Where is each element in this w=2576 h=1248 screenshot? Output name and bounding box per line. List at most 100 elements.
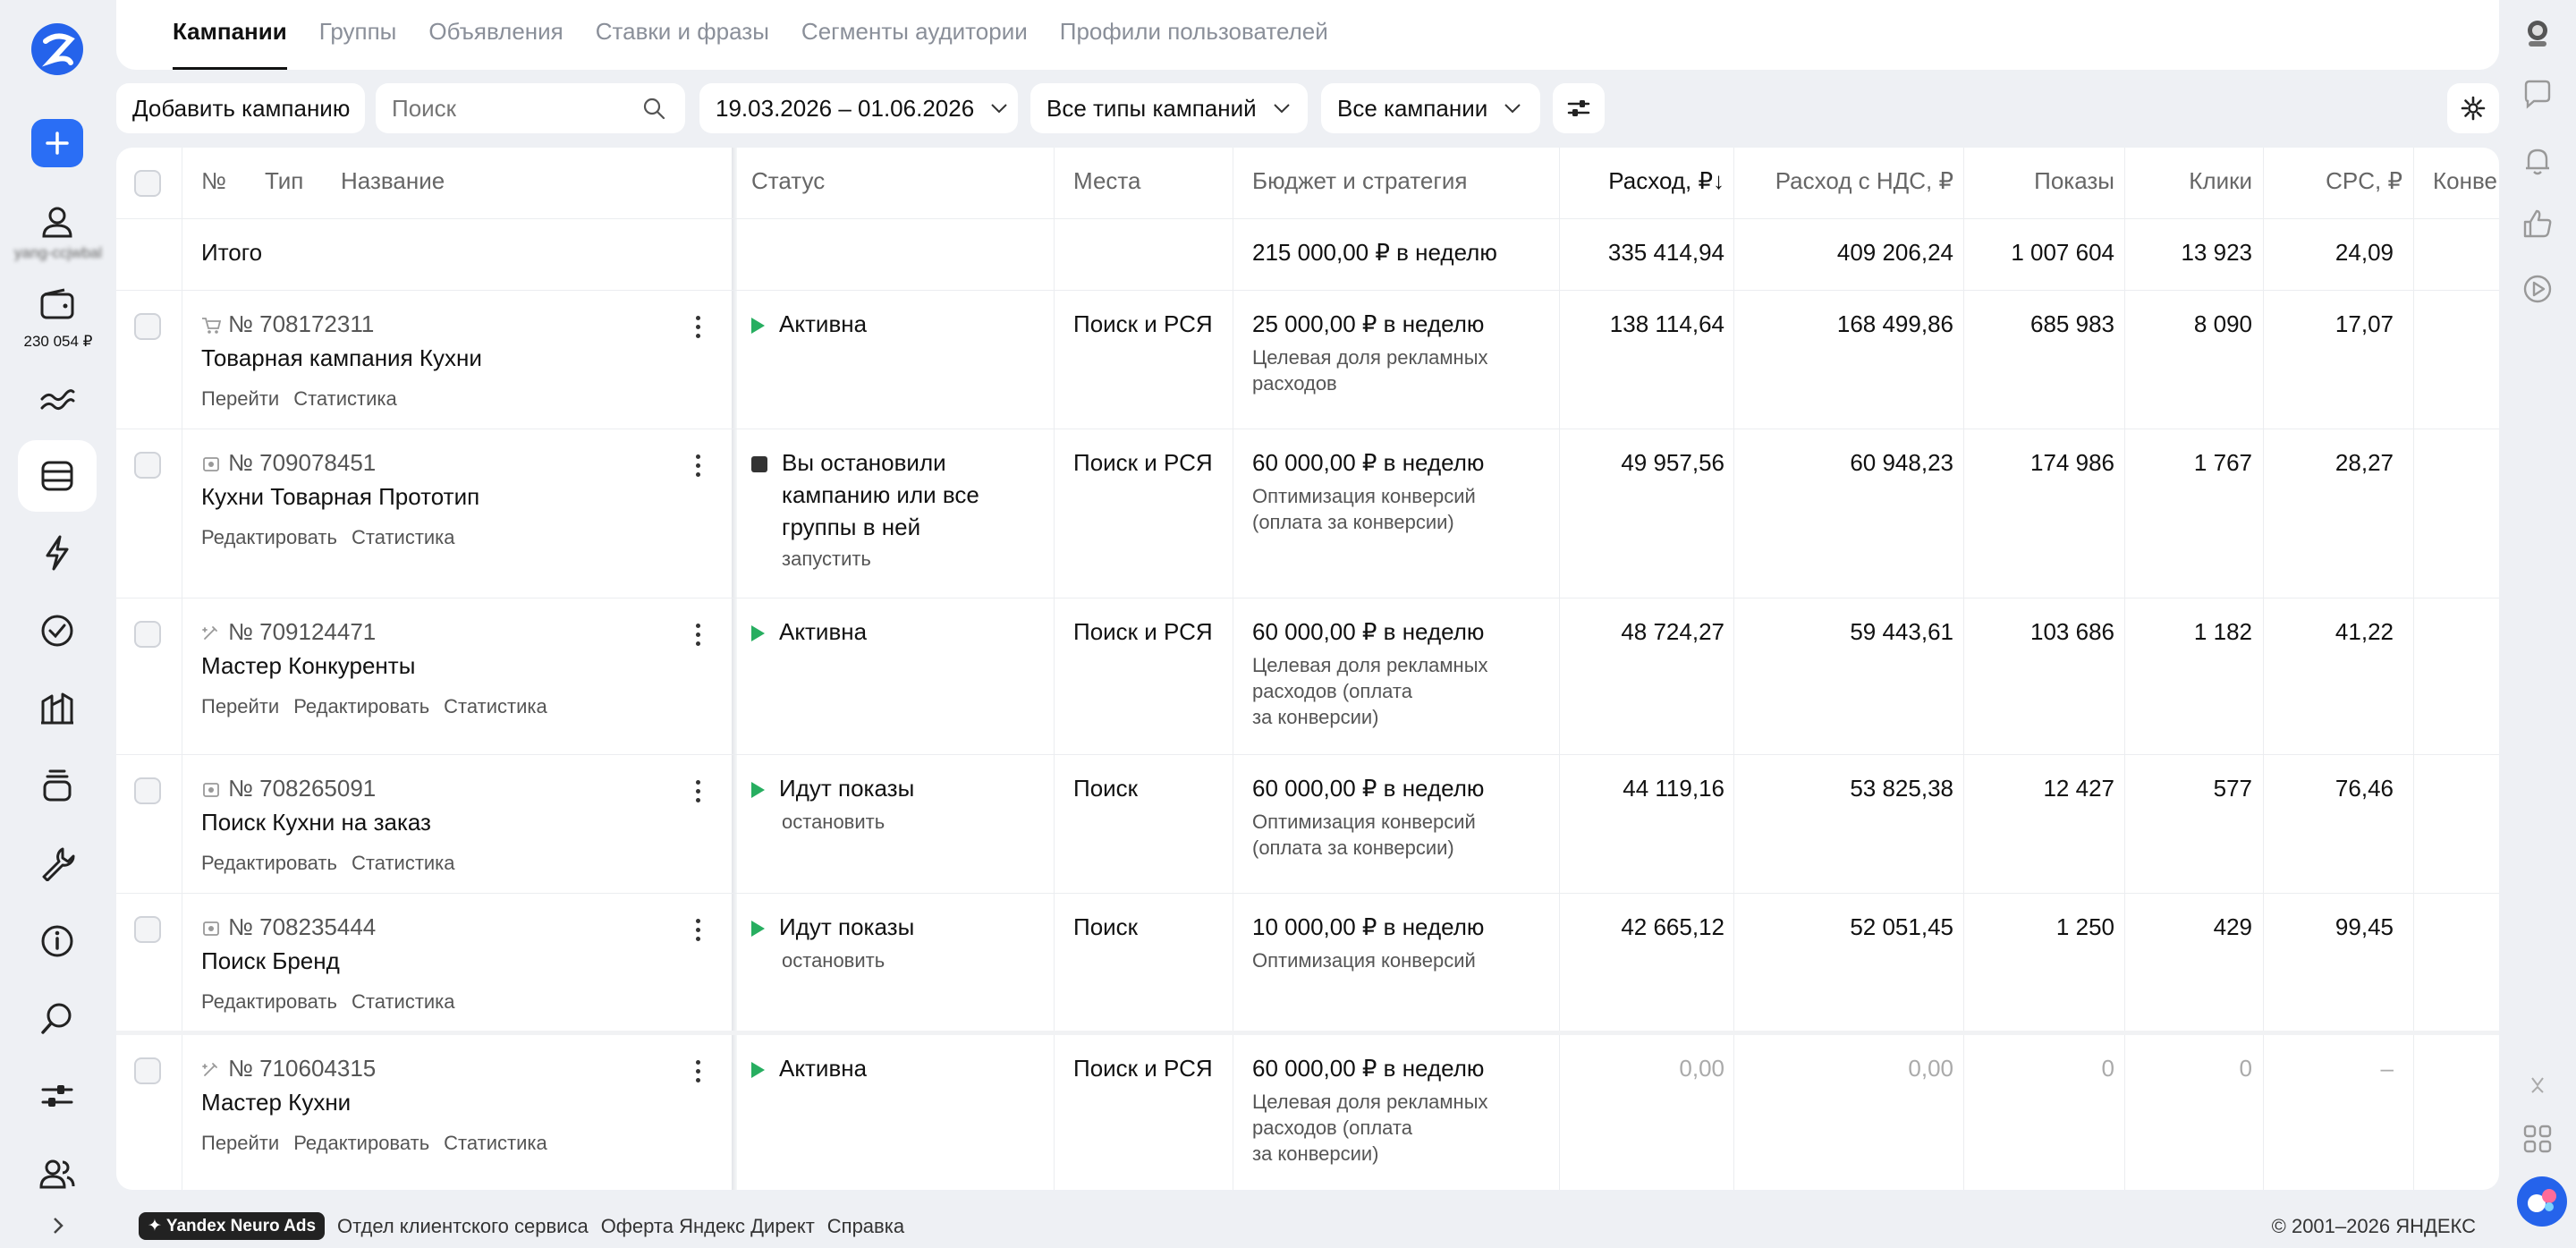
search-icon[interactable] bbox=[642, 97, 665, 120]
header-places[interactable]: Места bbox=[1073, 167, 1141, 195]
pin-button[interactable] bbox=[2517, 1065, 2558, 1106]
tab-bids[interactable]: Ставки и фразы bbox=[596, 0, 769, 70]
campaign-name[interactable]: Мастер Конкуренты bbox=[201, 652, 415, 680]
direct-logo[interactable] bbox=[31, 23, 83, 75]
apps-button[interactable] bbox=[2517, 1118, 2558, 1159]
row-menu-button[interactable] bbox=[689, 1060, 707, 1082]
link-stats[interactable]: Статистика bbox=[444, 1132, 547, 1154]
row-menu-button[interactable] bbox=[689, 919, 707, 941]
row-checkbox[interactable] bbox=[134, 452, 161, 479]
nav-settings[interactable] bbox=[18, 1060, 97, 1132]
link-stats[interactable]: Статистика bbox=[352, 526, 455, 548]
campaign-name[interactable]: Поиск Кухни на заказ bbox=[201, 809, 431, 836]
row-menu-button[interactable] bbox=[689, 454, 707, 477]
header-type[interactable]: Тип bbox=[265, 167, 303, 195]
link-edit[interactable]: Редактировать bbox=[201, 990, 337, 1013]
expand-sidebar-button[interactable] bbox=[45, 1212, 72, 1239]
row-checkbox[interactable] bbox=[134, 1057, 161, 1084]
row-checkbox[interactable] bbox=[134, 621, 161, 648]
campaign-name[interactable]: Кухни Товарная Прототип bbox=[201, 483, 479, 511]
link-stats[interactable]: Статистика bbox=[293, 387, 397, 410]
link-edit[interactable]: Редактировать bbox=[201, 852, 337, 874]
add-campaign-button[interactable]: Добавить кампанию bbox=[116, 83, 365, 133]
status-action-stop[interactable]: остановить bbox=[782, 811, 885, 834]
header-impressions[interactable]: Показы bbox=[2034, 167, 2114, 195]
date-range-select[interactable]: 19.03.2026 – 01.06.2026 bbox=[699, 83, 1018, 133]
video-help-button[interactable] bbox=[2517, 268, 2558, 310]
filters-button[interactable] bbox=[1553, 83, 1605, 133]
campaign-cpc: – bbox=[2380, 1055, 2394, 1082]
row-menu-button[interactable] bbox=[689, 316, 707, 338]
link-edit[interactable]: Редактировать bbox=[201, 526, 337, 548]
link-edit[interactable]: Редактировать bbox=[293, 695, 429, 717]
tab-groups[interactable]: Группы bbox=[319, 0, 397, 70]
campaign-budget[interactable]: 60 000,00 ₽ в неделю bbox=[1252, 1055, 1484, 1082]
ai-assistant-button[interactable] bbox=[2517, 1176, 2567, 1227]
nav-analytics[interactable] bbox=[18, 364, 97, 436]
link-stats[interactable]: Статистика bbox=[352, 990, 455, 1013]
tab-campaigns[interactable]: Кампании bbox=[173, 0, 287, 70]
table-row: № 708265091 Поиск Кухни на заказ Редакти… bbox=[116, 755, 2499, 894]
link-stats[interactable]: Статистика bbox=[352, 852, 455, 874]
tab-audience-segments[interactable]: Сегменты аудитории bbox=[801, 0, 1028, 70]
row-menu-button[interactable] bbox=[689, 624, 707, 646]
row-checkbox[interactable] bbox=[134, 916, 161, 943]
create-button[interactable] bbox=[31, 119, 83, 167]
tab-ads[interactable]: Объявления bbox=[428, 0, 563, 70]
nav-search[interactable] bbox=[18, 982, 97, 1054]
header-status[interactable]: Статус bbox=[751, 167, 825, 195]
header-cpc[interactable]: CPC, ₽ bbox=[2326, 167, 2402, 195]
header-number[interactable]: № bbox=[201, 167, 226, 195]
header-clicks[interactable]: Клики bbox=[2189, 167, 2252, 195]
row-checkbox[interactable] bbox=[134, 313, 161, 340]
header-spend-vat[interactable]: Расход с НДС, ₽ bbox=[1775, 167, 1953, 195]
campaign-budget[interactable]: 10 000,00 ₽ в неделю bbox=[1252, 913, 1484, 941]
link-go[interactable]: Перейти bbox=[201, 387, 279, 410]
campaign-impressions: 685 983 bbox=[2030, 310, 2114, 337]
link-stats[interactable]: Статистика bbox=[444, 695, 547, 717]
link-edit[interactable]: Редактировать bbox=[293, 1132, 429, 1154]
campaign-name[interactable]: Мастер Кухни bbox=[201, 1089, 351, 1116]
campaign-budget[interactable]: 60 000,00 ₽ в неделю bbox=[1252, 449, 1484, 477]
header-name[interactable]: Название bbox=[341, 167, 445, 195]
campaign-name[interactable]: Товарная кампания Кухни bbox=[201, 344, 482, 372]
feedback-button[interactable] bbox=[2517, 203, 2558, 244]
nav-tasks[interactable] bbox=[18, 595, 97, 666]
wallet-button[interactable] bbox=[18, 277, 97, 331]
header-conversions[interactable]: Конве bbox=[2433, 167, 2497, 195]
campaign-impressions: 0 bbox=[2101, 1055, 2114, 1082]
link-go[interactable]: Перейти bbox=[201, 695, 279, 717]
nav-reports[interactable] bbox=[18, 673, 97, 744]
campaign-types-select[interactable]: Все типы кампаний bbox=[1030, 83, 1308, 133]
nav-automation[interactable] bbox=[18, 517, 97, 589]
table-settings-button[interactable] bbox=[2447, 83, 2499, 133]
footer-link-offer[interactable]: Оферта Яндекс Директ bbox=[601, 1215, 815, 1238]
status-action-stop[interactable]: остановить bbox=[782, 949, 885, 972]
link-go[interactable]: Перейти bbox=[201, 1132, 279, 1154]
nav-users[interactable] bbox=[18, 1138, 97, 1210]
search-input[interactable] bbox=[392, 94, 642, 123]
campaigns-filter-select[interactable]: Все кампании bbox=[1321, 83, 1540, 133]
campaign-budget[interactable]: 60 000,00 ₽ в неделю bbox=[1252, 618, 1484, 646]
nav-info[interactable] bbox=[18, 905, 97, 977]
select-all-checkbox[interactable] bbox=[134, 170, 161, 197]
nav-library[interactable] bbox=[18, 750, 97, 821]
notifications-button[interactable] bbox=[2517, 140, 2558, 182]
header-budget[interactable]: Бюджет и стратегия bbox=[1252, 167, 1467, 195]
tab-user-profiles[interactable]: Профили пользователей bbox=[1060, 0, 1328, 70]
chat-button[interactable] bbox=[2517, 73, 2558, 115]
account-avatar[interactable] bbox=[2517, 13, 2558, 54]
header-spend[interactable]: Расход, ₽↓ bbox=[1608, 167, 1724, 195]
nav-campaigns[interactable] bbox=[18, 440, 97, 512]
campaign-budget[interactable]: 60 000,00 ₽ в неделю bbox=[1252, 775, 1484, 802]
status-action-start[interactable]: запустить bbox=[782, 548, 871, 571]
nav-tools[interactable] bbox=[18, 828, 97, 899]
footer-link-help[interactable]: Справка bbox=[827, 1215, 904, 1238]
campaign-name[interactable]: Поиск Бренд bbox=[201, 947, 340, 975]
footer-link-support[interactable]: Отдел клиентского сервиса bbox=[337, 1215, 589, 1238]
row-menu-button[interactable] bbox=[689, 780, 707, 802]
neuro-ads-badge[interactable]: ✦ Yandex Neuro Ads bbox=[139, 1212, 326, 1240]
campaign-budget[interactable]: 25 000,00 ₽ в неделю bbox=[1252, 310, 1484, 338]
row-checkbox[interactable] bbox=[134, 777, 161, 804]
play-icon bbox=[751, 921, 765, 938]
